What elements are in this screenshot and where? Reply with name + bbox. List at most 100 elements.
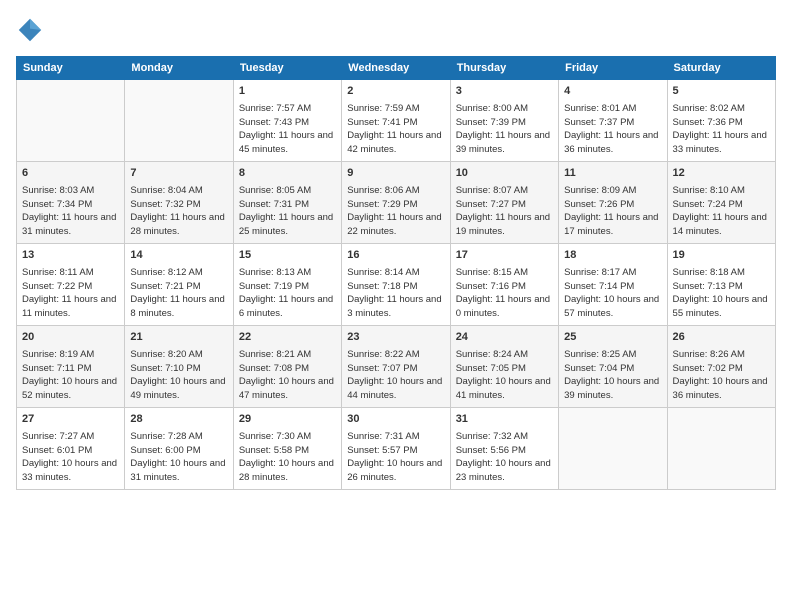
cell-daylight-info: Sunrise: 7:28 AMSunset: 6:00 PMDaylight:… (130, 430, 227, 485)
cell-daylight-info: Sunrise: 8:24 AMSunset: 7:05 PMDaylight:… (456, 348, 553, 403)
calendar-cell: 4 Sunrise: 8:01 AMSunset: 7:37 PMDaylight… (559, 80, 667, 162)
cell-daylight-info: Sunrise: 8:00 AMSunset: 7:39 PMDaylight:… (456, 102, 553, 157)
day-number: 11 (564, 166, 661, 182)
day-number: 10 (456, 166, 553, 182)
calendar-cell: 26 Sunrise: 8:26 AMSunset: 7:02 PMDayligh… (667, 326, 775, 408)
weekday-header-tuesday: Tuesday (233, 57, 341, 80)
calendar-cell: 31Sunrise: 7:32 AMSunset: 5:56 PMDayligh… (450, 408, 558, 490)
calendar-cell: 28 Sunrise: 7:28 AMSunset: 6:00 PMDayligh… (125, 408, 233, 490)
calendar-cell: 14 Sunrise: 8:12 AMSunset: 7:21 PMDayligh… (125, 244, 233, 326)
calendar-cell: 18 Sunrise: 8:17 AMSunset: 7:14 PMDayligh… (559, 244, 667, 326)
day-number: 30 (347, 412, 444, 428)
calendar-cell: 3 Sunrise: 8:00 AMSunset: 7:39 PMDaylight… (450, 80, 558, 162)
calendar-cell: 6 Sunrise: 8:03 AMSunset: 7:34 PMDaylight… (17, 162, 125, 244)
calendar-cell: 19 Sunrise: 8:18 AMSunset: 7:13 PMDayligh… (667, 244, 775, 326)
calendar-cell: 15Sunrise: 8:13 AMSunset: 7:19 PMDayligh… (233, 244, 341, 326)
day-number: 18 (564, 248, 661, 264)
calendar-cell (559, 408, 667, 490)
day-number: 19 (673, 248, 770, 264)
cell-daylight-info: Sunrise: 8:06 AMSunset: 7:29 PMDaylight:… (347, 184, 444, 239)
cell-daylight-info: Sunrise: 8:18 AMSunset: 7:13 PMDaylight:… (673, 266, 770, 321)
cell-daylight-info: Sunrise: 7:57 AMSunset: 7:43 PMDaylight:… (239, 102, 336, 157)
calendar-cell: 7 Sunrise: 8:04 AMSunset: 7:32 PMDaylight… (125, 162, 233, 244)
day-number: 8 (239, 166, 336, 182)
calendar-week-row: 13Sunrise: 8:11 AMSunset: 7:22 PMDayligh… (17, 244, 776, 326)
calendar-cell: 2Sunrise: 7:59 AMSunset: 7:41 PMDaylight… (342, 80, 450, 162)
calendar-cell: 25 Sunrise: 8:25 AMSunset: 7:04 PMDayligh… (559, 326, 667, 408)
calendar-cell: 1 Sunrise: 7:57 AMSunset: 7:43 PMDaylight… (233, 80, 341, 162)
day-number: 5 (673, 84, 770, 100)
calendar-cell: 24 Sunrise: 8:24 AMSunset: 7:05 PMDayligh… (450, 326, 558, 408)
calendar-cell: 22 Sunrise: 8:21 AMSunset: 7:08 PMDayligh… (233, 326, 341, 408)
day-number: 22 (239, 330, 336, 346)
calendar-cell (667, 408, 775, 490)
calendar-cell: 11 Sunrise: 8:09 AMSunset: 7:26 PMDayligh… (559, 162, 667, 244)
cell-daylight-info: Sunrise: 8:02 AMSunset: 7:36 PMDaylight:… (673, 102, 770, 157)
day-number: 17 (456, 248, 553, 264)
day-number: 4 (564, 84, 661, 100)
day-number: 29 (239, 412, 336, 428)
cell-daylight-info: Sunrise: 8:15 AMSunset: 7:16 PMDaylight:… (456, 266, 553, 321)
cell-daylight-info: Sunrise: 8:09 AMSunset: 7:26 PMDaylight:… (564, 184, 661, 239)
calendar-cell (17, 80, 125, 162)
day-number: 3 (456, 84, 553, 100)
day-number: 25 (564, 330, 661, 346)
day-number: 1 (239, 84, 336, 100)
cell-daylight-info: Sunrise: 8:14 AMSunset: 7:18 PMDaylight:… (347, 266, 444, 321)
cell-daylight-info: Sunrise: 8:13 AMSunset: 7:19 PMDaylight:… (239, 266, 336, 321)
calendar-cell: 20 Sunrise: 8:19 AMSunset: 7:11 PMDayligh… (17, 326, 125, 408)
cell-daylight-info: Sunrise: 8:19 AMSunset: 7:11 PMDaylight:… (22, 348, 119, 403)
cell-daylight-info: Sunrise: 8:17 AMSunset: 7:14 PMDaylight:… (564, 266, 661, 321)
weekday-header-sunday: Sunday (17, 57, 125, 80)
cell-daylight-info: Sunrise: 8:05 AMSunset: 7:31 PMDaylight:… (239, 184, 336, 239)
calendar-cell: 23 Sunrise: 8:22 AMSunset: 7:07 PMDayligh… (342, 326, 450, 408)
cell-daylight-info: Sunrise: 8:25 AMSunset: 7:04 PMDaylight:… (564, 348, 661, 403)
cell-daylight-info: Sunrise: 7:31 AMSunset: 5:57 PMDaylight:… (347, 430, 444, 485)
cell-daylight-info: Sunrise: 8:03 AMSunset: 7:34 PMDaylight:… (22, 184, 119, 239)
day-number: 13 (22, 248, 119, 264)
calendar-cell (125, 80, 233, 162)
calendar-cell: 8 Sunrise: 8:05 AMSunset: 7:31 PMDaylight… (233, 162, 341, 244)
calendar-cell: 29 Sunrise: 7:30 AMSunset: 5:58 PMDayligh… (233, 408, 341, 490)
calendar-week-row: 1 Sunrise: 7:57 AMSunset: 7:43 PMDaylight… (17, 80, 776, 162)
day-number: 6 (22, 166, 119, 182)
cell-daylight-info: Sunrise: 7:27 AMSunset: 6:01 PMDaylight:… (22, 430, 119, 485)
cell-daylight-info: Sunrise: 8:01 AMSunset: 7:37 PMDaylight:… (564, 102, 661, 157)
weekday-header-wednesday: Wednesday (342, 57, 450, 80)
weekday-header-thursday: Thursday (450, 57, 558, 80)
calendar-cell: 27 Sunrise: 7:27 AMSunset: 6:01 PMDayligh… (17, 408, 125, 490)
cell-daylight-info: Sunrise: 8:22 AMSunset: 7:07 PMDaylight:… (347, 348, 444, 403)
day-number: 31 (456, 412, 553, 428)
logo-icon (16, 16, 44, 44)
weekday-header-row: SundayMondayTuesdayWednesdayThursdayFrid… (17, 57, 776, 80)
page-header (16, 16, 776, 44)
calendar-cell: 21Sunrise: 8:20 AMSunset: 7:10 PMDayligh… (125, 326, 233, 408)
cell-daylight-info: Sunrise: 8:04 AMSunset: 7:32 PMDaylight:… (130, 184, 227, 239)
cell-daylight-info: Sunrise: 8:26 AMSunset: 7:02 PMDaylight:… (673, 348, 770, 403)
calendar-week-row: 27 Sunrise: 7:27 AMSunset: 6:01 PMDayligh… (17, 408, 776, 490)
calendar-week-row: 6 Sunrise: 8:03 AMSunset: 7:34 PMDaylight… (17, 162, 776, 244)
cell-daylight-info: Sunrise: 8:12 AMSunset: 7:21 PMDaylight:… (130, 266, 227, 321)
day-number: 28 (130, 412, 227, 428)
cell-daylight-info: Sunrise: 8:21 AMSunset: 7:08 PMDaylight:… (239, 348, 336, 403)
day-number: 20 (22, 330, 119, 346)
calendar-cell: 16Sunrise: 8:14 AMSunset: 7:18 PMDayligh… (342, 244, 450, 326)
cell-daylight-info: Sunrise: 7:30 AMSunset: 5:58 PMDaylight:… (239, 430, 336, 485)
day-number: 26 (673, 330, 770, 346)
cell-daylight-info: Sunrise: 8:20 AMSunset: 7:10 PMDaylight:… (130, 348, 227, 403)
day-number: 24 (456, 330, 553, 346)
day-number: 23 (347, 330, 444, 346)
day-number: 7 (130, 166, 227, 182)
day-number: 12 (673, 166, 770, 182)
calendar-cell: 9Sunrise: 8:06 AMSunset: 7:29 PMDaylight… (342, 162, 450, 244)
calendar-week-row: 20 Sunrise: 8:19 AMSunset: 7:11 PMDayligh… (17, 326, 776, 408)
weekday-header-friday: Friday (559, 57, 667, 80)
day-number: 27 (22, 412, 119, 428)
day-number: 2 (347, 84, 444, 100)
calendar-table: SundayMondayTuesdayWednesdayThursdayFrid… (16, 56, 776, 490)
calendar-cell: 10 Sunrise: 8:07 AMSunset: 7:27 PMDayligh… (450, 162, 558, 244)
cell-daylight-info: Sunrise: 8:07 AMSunset: 7:27 PMDaylight:… (456, 184, 553, 239)
day-number: 14 (130, 248, 227, 264)
logo (16, 16, 48, 44)
weekday-header-saturday: Saturday (667, 57, 775, 80)
